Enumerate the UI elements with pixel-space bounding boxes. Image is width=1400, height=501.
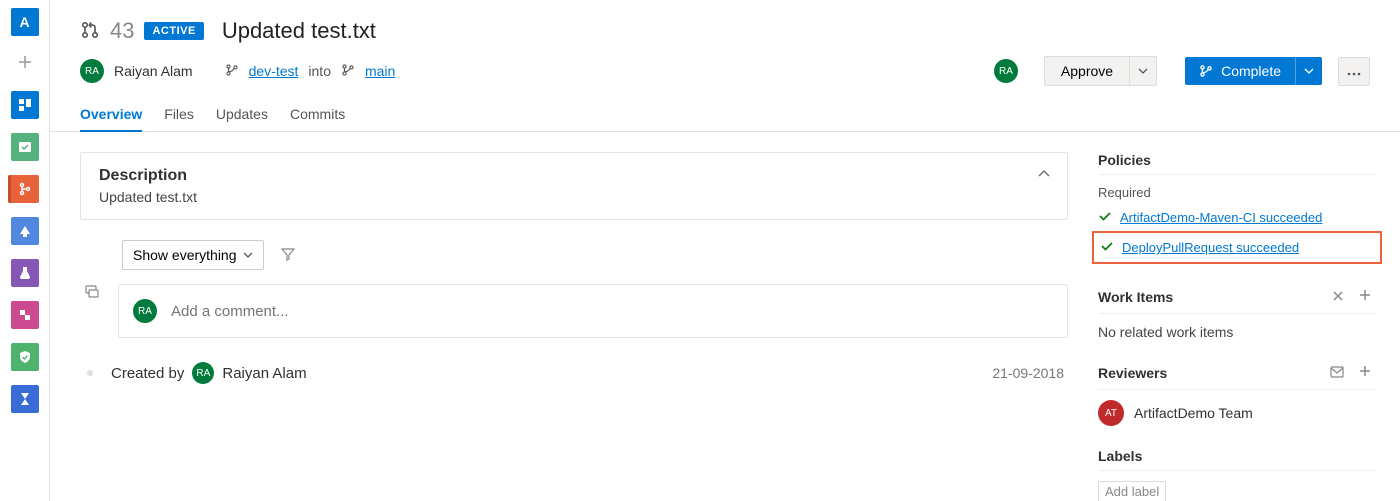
add-label-input[interactable]: Add label (1098, 481, 1166, 501)
checkmark-icon (1098, 209, 1112, 226)
comment-input[interactable] (171, 303, 1053, 320)
reviewer-item[interactable]: AT ArtifactDemo Team (1098, 400, 1376, 426)
pr-id: 43 (110, 18, 134, 44)
mail-icon[interactable] (1326, 363, 1348, 383)
current-user-avatar[interactable]: RA (994, 59, 1018, 83)
nav-testplans-icon[interactable] (11, 259, 39, 287)
left-nav-rail: A (0, 0, 50, 501)
branch-icon (225, 63, 239, 80)
nav-hourglass-icon[interactable] (11, 385, 39, 413)
policy-item: ArtifactDemo-Maven-CI succeeded (1098, 206, 1376, 229)
content-main: Description Updated test.txt Show everyt… (50, 132, 1098, 501)
main-area: 43 ACTIVE Updated test.txt RA Raiyan Ala… (50, 0, 1400, 501)
header-meta-row: RA Raiyan Alam dev-test into main RA App… (80, 56, 1370, 86)
add-workitem-icon[interactable] (1354, 286, 1376, 307)
author-name: Raiyan Alam (114, 63, 193, 79)
content-sidebar: Policies Required ArtifactDemo-Maven-CI … (1098, 132, 1400, 501)
nav-boards-icon[interactable] (11, 133, 39, 161)
pull-request-icon (80, 20, 100, 43)
branch-icon (341, 63, 355, 80)
comment-avatar: RA (133, 299, 157, 323)
creator-avatar: RA (192, 362, 214, 384)
workitems-empty: No related work items (1098, 324, 1376, 340)
approve-button[interactable]: Approve (1044, 56, 1129, 86)
creator-name: Raiyan Alam (222, 365, 306, 382)
tab-overview[interactable]: Overview (80, 98, 142, 132)
pr-title: Updated test.txt (222, 18, 376, 44)
nav-pipelines-icon[interactable] (11, 217, 39, 245)
tab-updates[interactable]: Updates (216, 98, 268, 132)
nav-repos-icon[interactable] (11, 175, 39, 203)
pr-tabs: Overview Files Updates Commits (80, 98, 1370, 131)
timeline-dot-icon (87, 370, 93, 376)
approve-dropdown[interactable] (1129, 56, 1157, 86)
source-branch-link[interactable]: dev-test (249, 63, 299, 79)
collapse-description-icon[interactable] (1037, 167, 1051, 184)
labels-title: Labels (1098, 448, 1376, 464)
reviewer-avatar: AT (1098, 400, 1124, 426)
reviewers-section: Reviewers AT ArtifactDemo Team (1098, 362, 1376, 426)
comment-card: RA (118, 284, 1068, 338)
policies-required-label: Required (1098, 185, 1376, 200)
checkmark-icon (1100, 239, 1114, 256)
timeline-filter-row: Show everything (80, 240, 1068, 284)
into-text: into (308, 63, 331, 79)
show-everything-dropdown[interactable]: Show everything (122, 240, 264, 270)
created-row: Created by RA Raiyan Alam 21-09-2018 (80, 362, 1068, 384)
policies-section: Policies Required ArtifactDemo-Maven-CI … (1098, 152, 1376, 264)
description-body: Updated test.txt (99, 189, 1049, 205)
pr-status-badge: ACTIVE (144, 22, 203, 40)
add-reviewer-icon[interactable] (1354, 362, 1376, 383)
policy-link[interactable]: DeployPullRequest succeeded (1122, 240, 1299, 255)
created-prefix: Created by (111, 365, 184, 382)
policies-title: Policies (1098, 152, 1376, 168)
pr-header: 43 ACTIVE Updated test.txt RA Raiyan Ala… (50, 0, 1400, 132)
header-title-row: 43 ACTIVE Updated test.txt (80, 18, 1370, 44)
filter-icon[interactable] (280, 246, 296, 265)
org-logo[interactable]: A (11, 8, 39, 36)
policy-highlight-box: DeployPullRequest succeeded (1092, 231, 1382, 264)
nav-shield-icon[interactable] (11, 343, 39, 371)
content-area: Description Updated test.txt Show everyt… (50, 132, 1400, 501)
nav-overview-icon[interactable] (11, 91, 39, 119)
workitems-title: Work Items (1098, 289, 1322, 305)
tab-files[interactable]: Files (164, 98, 194, 132)
add-project-icon[interactable] (13, 50, 37, 77)
reviewer-name: ArtifactDemo Team (1134, 405, 1253, 421)
tab-commits[interactable]: Commits (290, 98, 345, 132)
description-card: Description Updated test.txt (80, 152, 1068, 220)
created-date: 21-09-2018 (992, 365, 1064, 381)
labels-section: Labels Add label (1098, 448, 1376, 501)
nav-artifacts-icon[interactable] (11, 301, 39, 329)
reviewers-title: Reviewers (1098, 365, 1320, 381)
complete-button[interactable]: Complete (1185, 57, 1295, 85)
workitems-section: Work Items No related work items (1098, 286, 1376, 340)
complete-label: Complete (1221, 63, 1281, 79)
complete-dropdown[interactable] (1295, 57, 1322, 85)
author-avatar: RA (80, 59, 104, 83)
description-heading: Description (99, 167, 1049, 185)
policy-item: DeployPullRequest succeeded (1100, 236, 1374, 259)
target-branch-link[interactable]: main (365, 63, 395, 79)
close-icon[interactable] (1328, 287, 1348, 307)
policy-link[interactable]: ArtifactDemo-Maven-CI succeeded (1120, 210, 1322, 225)
discussion-icon (80, 284, 104, 300)
comment-row: RA (80, 284, 1068, 338)
filter-label: Show everything (133, 247, 237, 263)
more-actions-button[interactable] (1338, 57, 1370, 86)
